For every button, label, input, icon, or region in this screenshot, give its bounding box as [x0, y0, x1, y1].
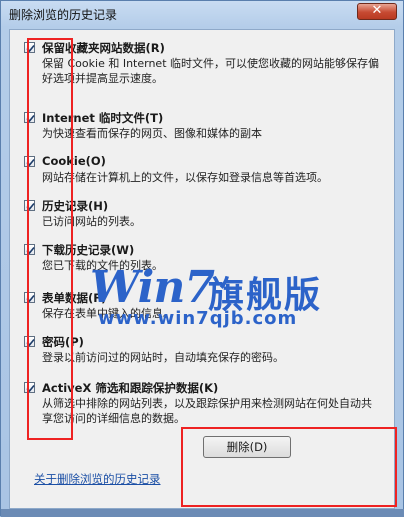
checkmark-icon: [26, 158, 35, 167]
option-label: ActiveX 筛选和跟踪保护数据(K): [42, 381, 219, 395]
option-description: 您已下载的文件的列表。: [42, 259, 163, 272]
delete-history-dialog: 删除浏览的历史记录 ✕ 保留收藏夹网站数据(R) 保留 Cookie 和 Int…: [0, 0, 404, 517]
close-button[interactable]: ✕: [357, 3, 397, 20]
option-description: 网站存储在计算机上的文件，以保存如登录信息等首选项。: [42, 171, 328, 184]
option-label: 保留收藏夹网站数据(R): [42, 41, 165, 55]
window-title: 删除浏览的历史记录: [9, 8, 118, 22]
checkbox-activex-tracking[interactable]: [24, 382, 35, 393]
option-label: 密码(P): [42, 335, 84, 349]
checkmark-icon: [26, 338, 35, 347]
option-description: 已访问网站的列表。: [42, 215, 141, 228]
title-bar[interactable]: 删除浏览的历史记录 ✕: [1, 1, 403, 27]
checkbox-passwords[interactable]: [24, 336, 35, 347]
checkbox-history[interactable]: [24, 200, 35, 211]
checkmark-icon: [26, 294, 35, 303]
checkbox-form-data[interactable]: [24, 292, 35, 303]
about-delete-history-link[interactable]: 关于删除浏览的历史记录: [34, 471, 161, 487]
option-label: 下载历史记录(W): [42, 243, 135, 257]
option-description: 登录以前访问过的网站时，自动填充保存的密码。: [42, 351, 284, 364]
checkbox-cookies[interactable]: [24, 156, 35, 167]
checkmark-icon: [26, 114, 35, 123]
checkmark-icon: [26, 246, 35, 255]
option-description: 为快速查看而保存的网页、图像和媒体的副本: [42, 127, 262, 140]
checkbox-temp-files[interactable]: [24, 112, 35, 123]
delete-button[interactable]: 删除(D): [203, 436, 291, 458]
option-description: 保留 Cookie 和 Internet 临时文件，可以使您收藏的网站能够保存偏…: [42, 57, 379, 85]
checkbox-preserve-favorites[interactable]: [24, 42, 35, 53]
checkmark-icon: [26, 384, 35, 393]
option-label: Cookie(O): [42, 154, 106, 168]
option-label: Internet 临时文件(T): [42, 111, 164, 125]
checkmark-icon: [26, 44, 35, 53]
option-label: 历史记录(H): [42, 199, 109, 213]
option-description: 从筛选中排除的网站列表，以及跟踪保护用来检测网站在何处自动共享您访问的详细信息的…: [42, 397, 372, 425]
option-label: 表单数据(F): [42, 291, 107, 305]
checkbox-download-history[interactable]: [24, 244, 35, 255]
dialog-body: 保留收藏夹网站数据(R) 保留 Cookie 和 Internet 临时文件，可…: [9, 29, 397, 509]
option-description: 保存在表单中键入的信息。: [42, 307, 174, 320]
checkmark-icon: [26, 202, 35, 211]
